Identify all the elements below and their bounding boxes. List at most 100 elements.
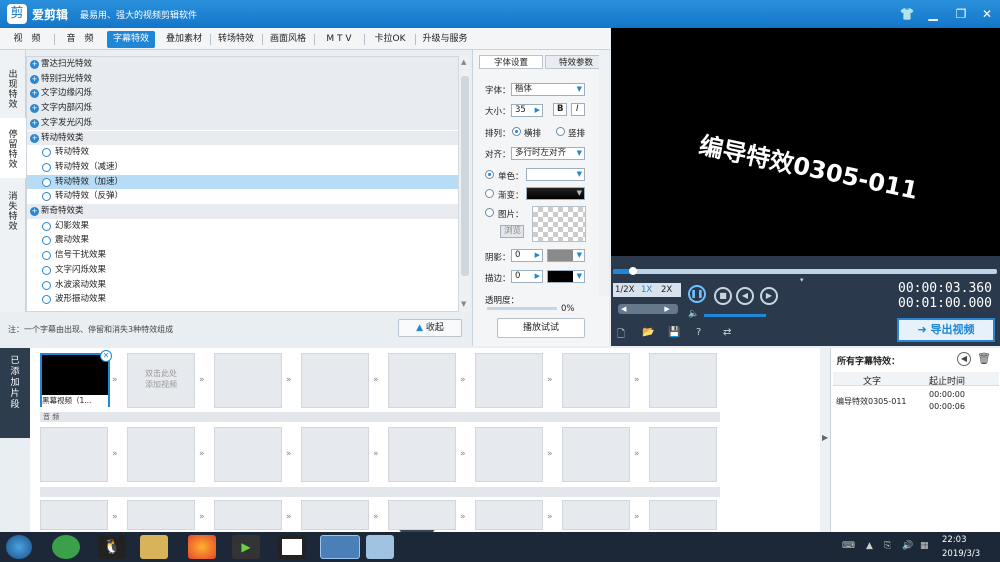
clip-slot[interactable] — [649, 427, 717, 482]
progress-handle[interactable] — [629, 267, 638, 275]
browse-button[interactable]: 浏览 — [500, 225, 524, 238]
folder-icon[interactable] — [140, 535, 168, 559]
tab-upgrade[interactable]: 升级与服务 — [418, 31, 472, 48]
collapse-button[interactable]: ▲ 收起 — [398, 319, 462, 337]
stop-icon[interactable]: ■ — [714, 287, 732, 305]
usb-icon[interactable]: ⎘ — [884, 541, 891, 551]
scroll-up-icon[interactable]: ▲ — [461, 58, 469, 66]
gradient-picker[interactable]: ▼ — [526, 187, 585, 200]
clip-slot[interactable] — [214, 353, 282, 408]
clip-slot[interactable] — [649, 500, 717, 530]
shadow-color-picker[interactable]: ▼ — [547, 249, 585, 262]
speed-double[interactable]: 2X — [661, 285, 672, 295]
clip-slot[interactable] — [388, 500, 456, 530]
tab-effect-params[interactable]: 特效参数 — [545, 55, 607, 69]
skin-icon[interactable]: 👕 — [898, 5, 916, 23]
clip-slot[interactable] — [301, 427, 369, 482]
tab-font-settings[interactable]: 字体设置 — [479, 55, 543, 69]
clip-slot[interactable] — [475, 353, 543, 408]
clip-slot[interactable] — [214, 427, 282, 482]
side-tab-appear[interactable]: 出现特效 — [0, 58, 26, 116]
clip-slot[interactable] — [475, 427, 543, 482]
start-button-icon[interactable] — [6, 535, 32, 559]
clip-slot[interactable] — [649, 353, 717, 408]
effect-category[interactable]: + 文字发光闪烁 — [27, 115, 459, 131]
effect-item[interactable]: 文字闪烁效果 — [27, 263, 459, 278]
play-test-button[interactable]: 播放试试 — [497, 318, 585, 338]
tab-video[interactable]: 视 频 — [6, 31, 48, 48]
clip-slot[interactable] — [388, 353, 456, 408]
clip-slot[interactable] — [301, 353, 369, 408]
opacity-slider[interactable] — [487, 307, 557, 310]
effect-item[interactable]: 转动特效 — [27, 145, 459, 160]
aijianji-taskbar-icon[interactable] — [320, 535, 360, 559]
gradient-radio[interactable] — [485, 189, 494, 198]
clip-slot[interactable] — [127, 500, 195, 530]
stroke-color-picker[interactable]: ▼ — [547, 270, 585, 283]
vertical-radio[interactable] — [556, 127, 565, 136]
effect-category[interactable]: + 转动特效类 — [27, 130, 459, 146]
tab-mtv[interactable]: M T V — [318, 31, 360, 48]
share-icon[interactable]: ⇄ — [723, 327, 731, 338]
minimize-icon[interactable]: ▁ — [924, 5, 942, 23]
effect-item[interactable]: 转动特效（反弹） — [27, 189, 459, 204]
clip-slot[interactable] — [127, 427, 195, 482]
scroll-down-icon[interactable]: ▼ — [461, 300, 469, 308]
add-video-slot[interactable]: 双击此处 添加视频 — [127, 353, 195, 408]
effect-item[interactable]: 幻影效果 — [27, 219, 459, 234]
chevron-down-icon[interactable]: ▾ — [800, 276, 804, 284]
effect-category[interactable]: + 特别扫光特效 — [27, 71, 459, 87]
firefox-icon[interactable] — [188, 535, 216, 559]
next-icon[interactable]: ▶ — [760, 287, 778, 305]
new-project-icon[interactable]: 🗋 — [617, 327, 625, 344]
clip-slot[interactable] — [40, 500, 108, 530]
bold-button[interactable]: B — [553, 103, 567, 116]
tab-subtitle-effects[interactable]: 字幕特效 — [107, 31, 155, 48]
video-app-icon[interactable]: ▶ — [232, 535, 260, 559]
tray-expand-icon[interactable]: ▲ — [866, 541, 873, 551]
speed-half[interactable]: 1/2X — [615, 285, 635, 295]
export-video-button[interactable]: ➜ 导出视频 — [897, 318, 995, 342]
clip-slot[interactable] — [562, 500, 630, 530]
align-select[interactable]: 多行时左对齐 ▼ — [511, 147, 585, 160]
clip-slot[interactable] — [562, 353, 630, 408]
font-select[interactable]: 楷体 ▼ — [511, 83, 585, 96]
solid-color-picker[interactable]: ▼ — [526, 168, 585, 181]
image-radio[interactable] — [485, 208, 494, 217]
clip-slot[interactable] — [40, 427, 108, 482]
settings-scrollbar[interactable] — [599, 50, 609, 296]
notes-app-icon[interactable] — [366, 535, 394, 559]
tab-overlay[interactable]: 叠加素材 — [160, 31, 208, 48]
size-input[interactable]: 35 ▶ — [511, 104, 543, 117]
volume-icon[interactable]: 🔈 — [688, 309, 699, 319]
tab-style[interactable]: 画面风格 — [264, 31, 312, 48]
clip-slot[interactable] — [301, 500, 369, 530]
record-icon[interactable] — [278, 535, 306, 559]
playback-progress[interactable] — [613, 267, 997, 275]
side-tab-disappear[interactable]: 消失特效 — [0, 180, 26, 240]
clip-slot[interactable] — [214, 500, 282, 530]
qq-icon[interactable]: 🐧 — [98, 535, 126, 559]
effect-item[interactable]: 波形振动效果 — [27, 292, 459, 307]
clip-slot[interactable] — [562, 427, 630, 482]
effect-item[interactable]: 转动特效（加速） — [27, 174, 459, 190]
step-forward-icon[interactable]: ▶ — [664, 305, 669, 313]
open-folder-icon[interactable]: 📂 — [642, 327, 654, 338]
network-icon[interactable]: ▦ — [920, 541, 929, 551]
back-icon[interactable]: ◀ — [957, 352, 971, 366]
effect-category[interactable]: + 文字边缘闪烁 — [27, 86, 459, 102]
security-app-icon[interactable] — [52, 535, 80, 559]
save-icon[interactable]: 💾 — [668, 327, 680, 338]
effect-category[interactable]: + 雷达扫光特效 — [27, 57, 459, 72]
shadow-input[interactable]: 0 ▶ — [511, 249, 543, 262]
side-tab-stay[interactable]: 停留特效 — [0, 118, 26, 178]
panel-toggle[interactable]: ▶ — [820, 348, 830, 532]
effect-category[interactable]: + 新奇特效类 — [27, 204, 459, 219]
video-preview[interactable] — [611, 28, 1000, 256]
restore-icon[interactable]: ❐ — [952, 5, 970, 23]
solid-color-radio[interactable] — [485, 170, 494, 179]
tab-transition[interactable]: 转场特效 — [212, 31, 260, 48]
help-icon[interactable]: ? — [696, 327, 701, 338]
effect-list-scrollbar[interactable]: ▲ ▼ — [458, 56, 470, 312]
stroke-input[interactable]: 0 ▶ — [511, 270, 543, 283]
